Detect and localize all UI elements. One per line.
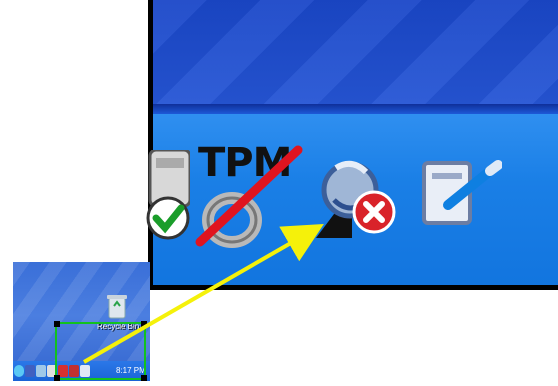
highlight-corner <box>141 375 147 381</box>
network-icon[interactable] <box>14 365 24 377</box>
zoomed-wallpaper <box>153 0 558 108</box>
highlight-corner <box>54 375 60 381</box>
security-warning-icon[interactable] <box>312 150 404 240</box>
tray-highlight-box <box>54 321 147 381</box>
note-icon[interactable] <box>418 155 503 235</box>
tpm-disabled-icon[interactable]: TPM <box>190 140 310 250</box>
zoomed-taskbar-edge <box>153 104 558 114</box>
volume-icon[interactable] <box>36 365 46 377</box>
highlight-corner <box>54 321 60 327</box>
safe-check-icon[interactable] <box>138 148 192 240</box>
recycle-bin-icon[interactable] <box>106 292 128 320</box>
highlight-corner <box>141 321 147 327</box>
display-icon[interactable] <box>25 365 35 377</box>
